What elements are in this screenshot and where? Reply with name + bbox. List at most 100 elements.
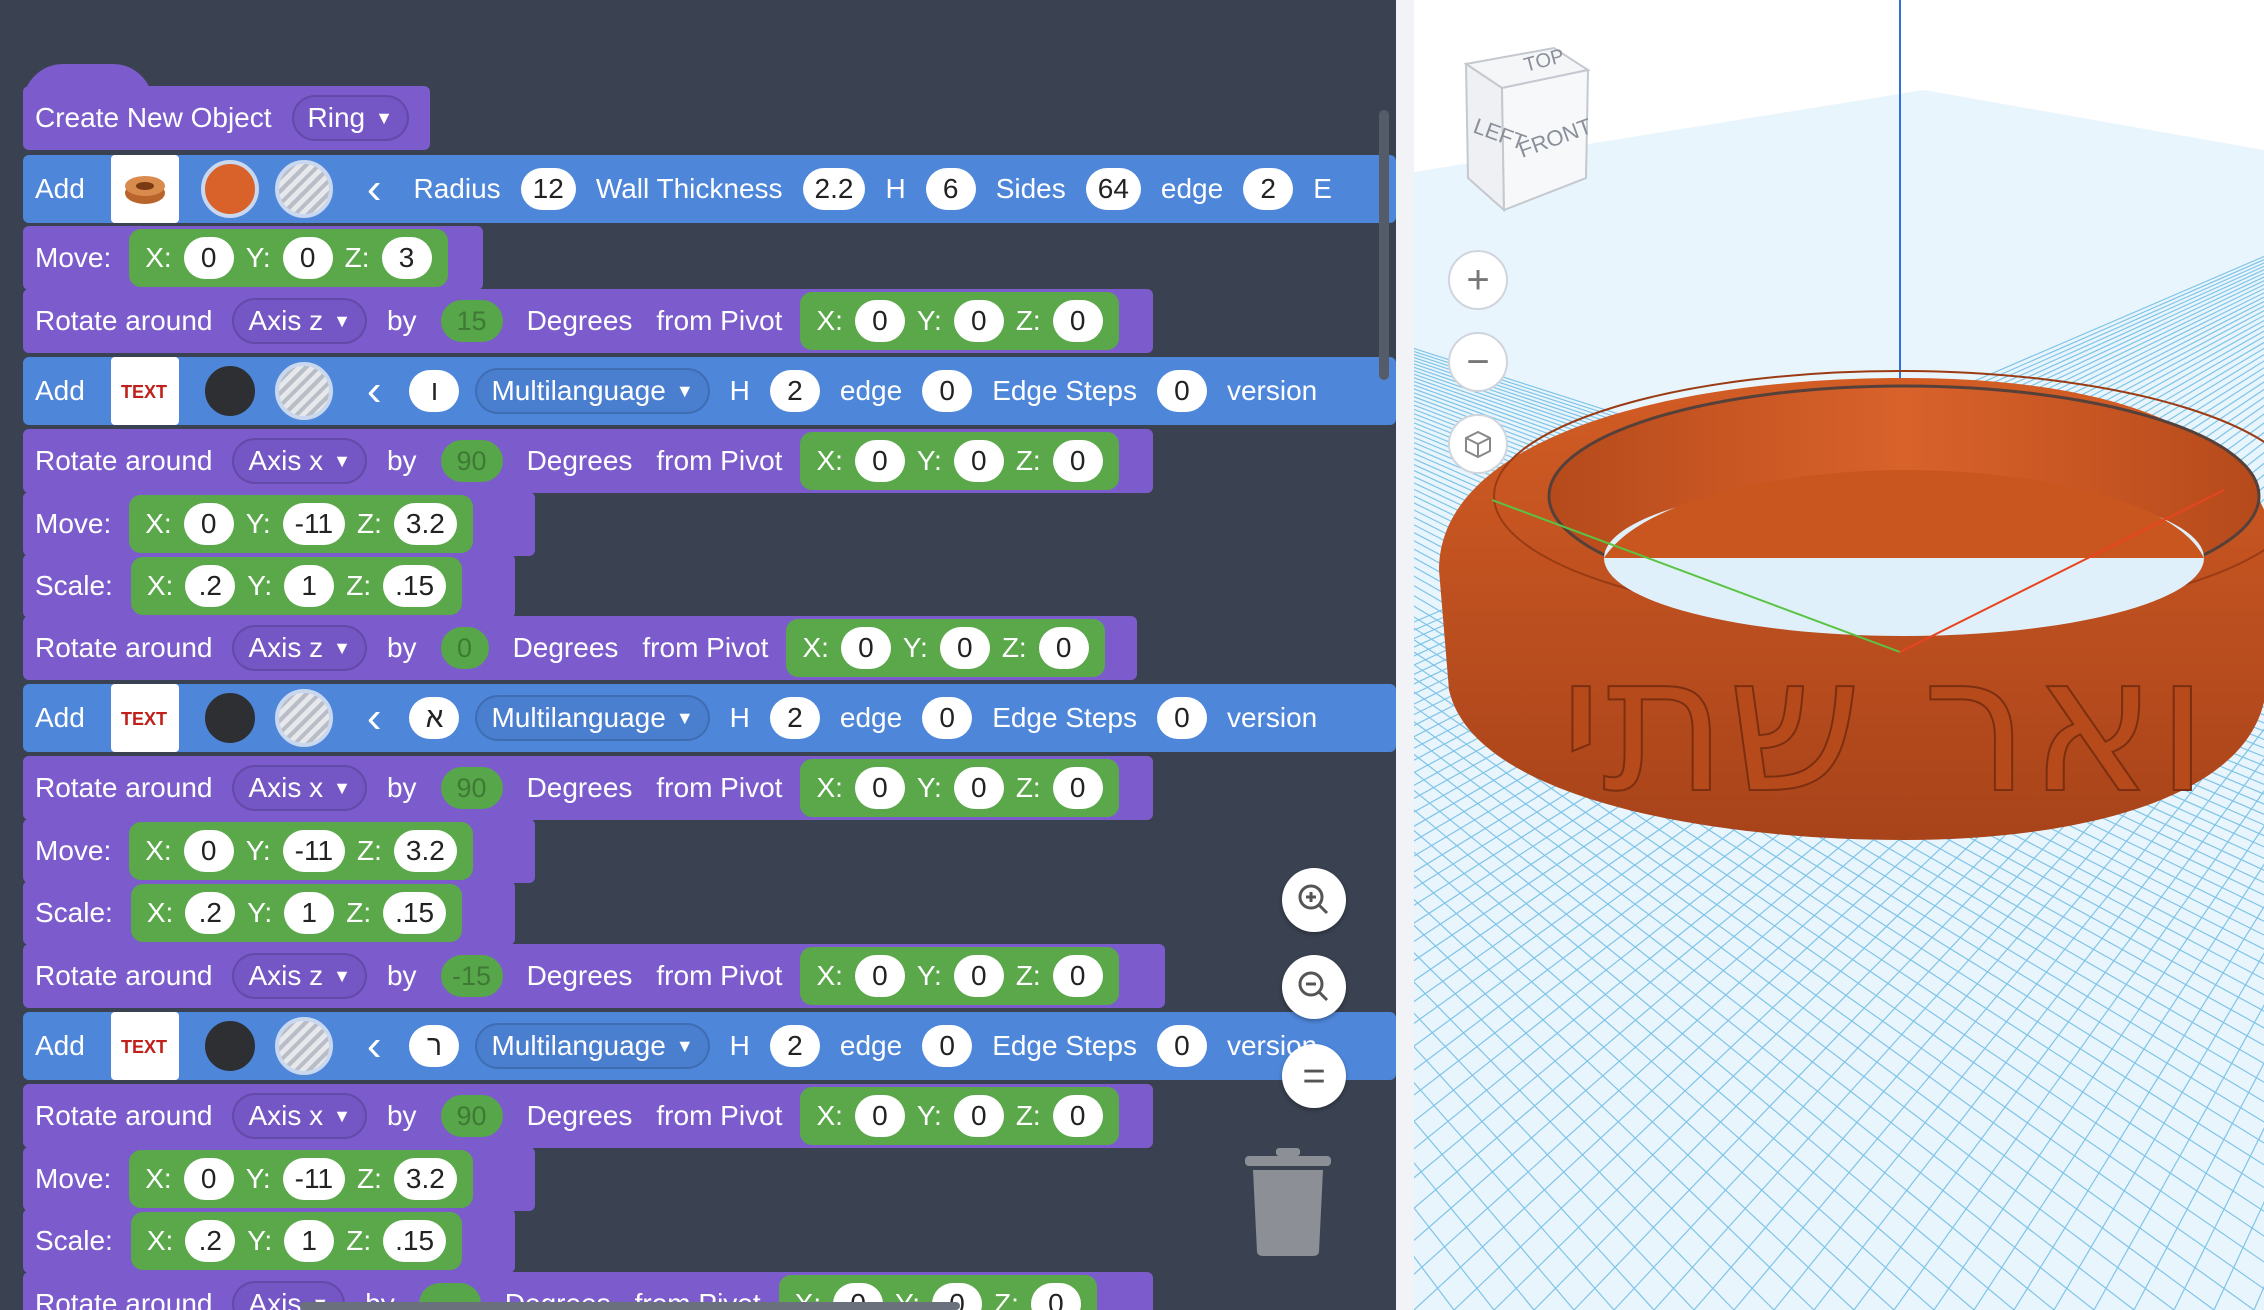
- blocks-workspace[interactable]: Create New Object Ring ▼ Add ‹ Radius 12 …: [0, 0, 1396, 1310]
- scale-z-input[interactable]: .15: [383, 565, 447, 607]
- trash-can-button[interactable]: [1243, 1146, 1333, 1261]
- scale-x-input[interactable]: .2: [185, 892, 236, 934]
- pivot-z-input[interactable]: 0: [1038, 627, 1089, 669]
- pivot-y-input[interactable]: 0: [953, 1095, 1004, 1137]
- axis-dropdown[interactable]: Axis z ▼: [232, 625, 367, 671]
- hole-swatch[interactable]: [274, 689, 333, 747]
- move-x-input[interactable]: 0: [183, 830, 234, 872]
- add-text-block[interactable]: Add TEXT ‹ ר Multilanguage ▼ H 2 edge 0 E…: [23, 1012, 1396, 1080]
- degrees-input[interactable]: -15: [440, 955, 503, 997]
- scale-z-input[interactable]: .15: [383, 1220, 447, 1262]
- collapse-chevron-icon[interactable]: ‹: [367, 693, 382, 743]
- text-thumbnail[interactable]: TEXT: [110, 1012, 179, 1080]
- pivot-z-input[interactable]: 0: [1052, 300, 1103, 342]
- pivot-y-input[interactable]: 0: [953, 300, 1004, 342]
- color-swatch[interactable]: [200, 689, 259, 747]
- degrees-input[interactable]: 90: [440, 440, 503, 482]
- text-thumbnail[interactable]: TEXT: [110, 684, 179, 752]
- pivot-x-input[interactable]: 0: [854, 1095, 905, 1137]
- add-ring-block[interactable]: Add ‹ Radius 12 Wall Thickness 2.2 H 6 S…: [23, 155, 1396, 223]
- degrees-input[interactable]: 15: [440, 300, 503, 342]
- axis-dropdown[interactable]: Axis x ▼: [232, 438, 367, 484]
- collapse-chevron-icon[interactable]: ‹: [367, 164, 382, 214]
- height-input[interactable]: 2: [769, 370, 820, 412]
- move-y-input[interactable]: 0: [282, 237, 333, 279]
- axis-dropdown[interactable]: Axis z ▼: [232, 298, 367, 344]
- height-input[interactable]: 6: [925, 168, 976, 210]
- zoom-in-button[interactable]: [1282, 868, 1346, 932]
- edge-input[interactable]: 0: [922, 370, 973, 412]
- text-input[interactable]: ו: [409, 370, 460, 412]
- font-dropdown[interactable]: Multilanguage ▼: [475, 695, 710, 741]
- rotate-block[interactable]: Rotate around Axis z ▼ by 15 Degrees from…: [23, 289, 1153, 353]
- pivot-z-input[interactable]: 0: [1052, 440, 1103, 482]
- radius-input[interactable]: 12: [520, 168, 576, 210]
- pivot-x-input[interactable]: 0: [854, 767, 905, 809]
- edge-steps-input[interactable]: 0: [1156, 697, 1207, 739]
- move-z-input[interactable]: 3: [381, 237, 432, 279]
- rotate-block[interactable]: Rotate around Axis x ▼ by 90 Degrees from…: [23, 429, 1153, 493]
- color-swatch[interactable]: [200, 362, 259, 420]
- pivot-z-input[interactable]: 0: [1052, 767, 1103, 809]
- hole-swatch[interactable]: [274, 362, 333, 420]
- collapse-chevron-icon[interactable]: ‹: [367, 1021, 382, 1071]
- scale-x-input[interactable]: .2: [185, 565, 236, 607]
- rotate-block[interactable]: Rotate around Axis z ▼ by -15 Degrees fro…: [23, 944, 1165, 1008]
- sides-input[interactable]: 64: [1085, 168, 1141, 210]
- height-input[interactable]: 2: [769, 697, 820, 739]
- text-input[interactable]: ר: [409, 1025, 460, 1067]
- workspace-vertical-scrollbar[interactable]: [1379, 110, 1389, 380]
- color-swatch[interactable]: [200, 160, 259, 218]
- add-text-block[interactable]: Add TEXT ‹ ו Multilanguage ▼ H 2 edge 0 E…: [23, 357, 1396, 425]
- hole-swatch[interactable]: [274, 1017, 333, 1075]
- height-input[interactable]: 2: [769, 1025, 820, 1067]
- 3d-viewport[interactable]: ואר שתי TOP LEFT FRONT + −: [1396, 0, 2264, 1310]
- hole-swatch[interactable]: [274, 160, 333, 218]
- move-block[interactable]: Move: X: 0 Y: -11 Z: 3.2: [23, 1147, 535, 1211]
- pivot-y-input[interactable]: 0: [953, 440, 1004, 482]
- pivot-x-input[interactable]: 0: [854, 440, 905, 482]
- scale-block[interactable]: Scale: X: .2 Y: 1 Z: .15: [23, 554, 515, 618]
- color-swatch[interactable]: [200, 1017, 259, 1075]
- move-block[interactable]: Move: X: 0 Y: 0 Z: 3: [23, 226, 483, 290]
- zoom-reset-button[interactable]: =: [1282, 1044, 1346, 1108]
- scale-y-input[interactable]: 1: [284, 565, 335, 607]
- collapse-chevron-icon[interactable]: ‹: [367, 366, 382, 416]
- move-z-input[interactable]: 3.2: [393, 1158, 457, 1200]
- axis-dropdown[interactable]: Axis x ▼: [232, 765, 367, 811]
- font-dropdown[interactable]: Multilanguage ▼: [475, 368, 710, 414]
- edge-input[interactable]: 2: [1243, 168, 1294, 210]
- edge-input[interactable]: 0: [922, 1025, 973, 1067]
- workspace-horizontal-scrollbar[interactable]: [300, 1302, 960, 1310]
- edge-steps-input[interactable]: 0: [1156, 370, 1207, 412]
- move-x-input[interactable]: 0: [183, 503, 234, 545]
- object-type-dropdown[interactable]: Ring ▼: [291, 95, 409, 141]
- rotate-block[interactable]: Rotate around Axis x ▼ by 90 Degrees from…: [23, 1084, 1153, 1148]
- degrees-input[interactable]: 90: [440, 767, 503, 809]
- create-object-block[interactable]: Create New Object Ring ▼: [23, 86, 430, 150]
- axis-dropdown[interactable]: Axis x ▼: [232, 1093, 367, 1139]
- move-y-input[interactable]: -11: [282, 503, 346, 545]
- edge-steps-input[interactable]: 0: [1156, 1025, 1207, 1067]
- scale-block[interactable]: Scale: X: .2 Y: 1 Z: .15: [23, 1209, 515, 1273]
- move-y-input[interactable]: -11: [282, 1158, 346, 1200]
- zoom-out-button[interactable]: [1282, 955, 1346, 1019]
- move-z-input[interactable]: 3.2: [393, 830, 457, 872]
- move-x-input[interactable]: 0: [183, 237, 234, 279]
- pivot-z-input[interactable]: 0: [1052, 1095, 1103, 1137]
- viewport-zoom-in-button[interactable]: +: [1448, 250, 1508, 310]
- ring-thumbnail[interactable]: [110, 155, 179, 223]
- edge-input[interactable]: 0: [922, 697, 973, 739]
- pivot-z-input[interactable]: 0: [1030, 1283, 1081, 1310]
- degrees-input[interactable]: 0: [440, 627, 489, 669]
- scale-x-input[interactable]: .2: [185, 1220, 236, 1262]
- move-block[interactable]: Move: X: 0 Y: -11 Z: 3.2: [23, 819, 535, 883]
- move-x-input[interactable]: 0: [183, 1158, 234, 1200]
- wall-thickness-input[interactable]: 2.2: [802, 168, 866, 210]
- viewport-home-button[interactable]: [1448, 414, 1508, 474]
- font-dropdown[interactable]: Multilanguage ▼: [475, 1023, 710, 1069]
- add-text-block[interactable]: Add TEXT ‹ א Multilanguage ▼ H 2 edge 0 E…: [23, 684, 1396, 752]
- scale-y-input[interactable]: 1: [284, 892, 335, 934]
- scale-z-input[interactable]: .15: [383, 892, 447, 934]
- move-y-input[interactable]: -11: [282, 830, 346, 872]
